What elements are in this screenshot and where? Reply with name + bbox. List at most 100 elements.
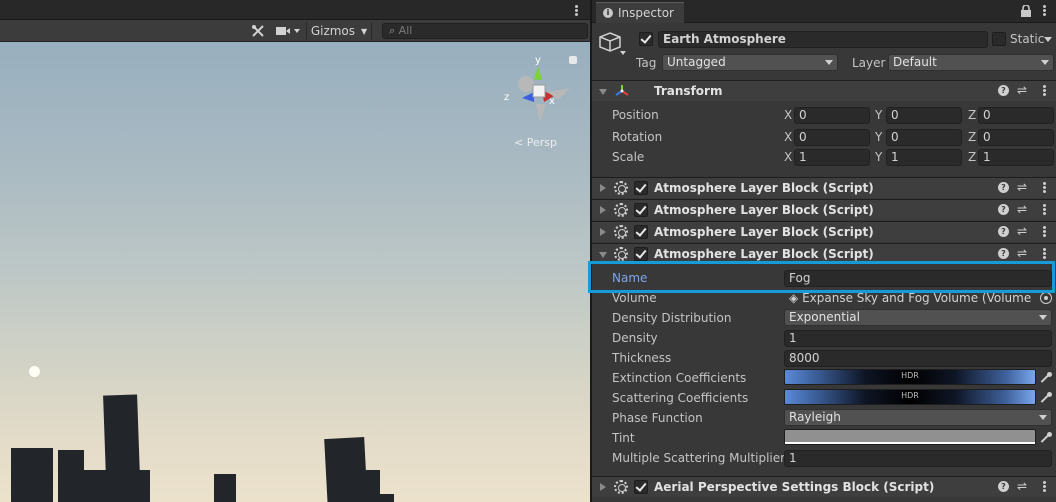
multiple-scattering-multiplier-field[interactable]: 1 bbox=[784, 450, 1052, 467]
orientation-gizmo-icon[interactable]: y z x bbox=[500, 52, 580, 132]
component-menu-icon[interactable] bbox=[1043, 85, 1046, 97]
transform-header[interactable]: Transform ? ⇌ bbox=[592, 80, 1056, 101]
thickness-field[interactable]: 8000 bbox=[784, 350, 1052, 367]
density-distribution-dropdown[interactable]: Exponential bbox=[784, 309, 1052, 326]
scene-search-input[interactable]: ⌕ All bbox=[382, 23, 588, 39]
density-distribution-value: Exponential bbox=[789, 310, 860, 324]
foldout-closed-icon[interactable] bbox=[600, 206, 606, 214]
component-header-icons: ? ⇌ bbox=[998, 480, 1050, 494]
axis-x-label: X bbox=[784, 150, 793, 164]
component-header-icons: ? ⇌ bbox=[998, 181, 1050, 195]
thickness-label: Thickness bbox=[612, 351, 672, 365]
gameobject-cube-icon[interactable] bbox=[598, 31, 628, 57]
gizmo-axis-z: z bbox=[504, 92, 509, 103]
chevron-down-icon bbox=[1039, 415, 1047, 420]
position-x-field[interactable]: 0 bbox=[794, 107, 870, 124]
multiple-scattering-multiplier-label: Multiple Scattering Multiplier bbox=[612, 451, 786, 465]
gizmos-button[interactable]: Gizmos ▼ bbox=[306, 22, 372, 40]
preset-icon[interactable]: ⇌ bbox=[1017, 84, 1027, 97]
camera-icon[interactable] bbox=[272, 22, 304, 40]
help-icon[interactable]: ? bbox=[998, 204, 1009, 215]
foldout-closed-icon[interactable] bbox=[600, 184, 606, 192]
preset-icon[interactable]: ⇌ bbox=[1017, 203, 1027, 216]
component-enabled-checkbox[interactable] bbox=[634, 247, 648, 261]
foldout-closed-icon[interactable] bbox=[600, 228, 606, 236]
help-icon[interactable]: ? bbox=[998, 248, 1009, 259]
rotation-x-field[interactable]: 0 bbox=[794, 129, 870, 146]
inspector-menu-icon[interactable] bbox=[1043, 5, 1046, 17]
scattering-color-field[interactable]: HDR bbox=[784, 389, 1036, 405]
eyedropper-icon[interactable] bbox=[1040, 392, 1052, 404]
preset-icon[interactable]: ⇌ bbox=[1017, 181, 1027, 194]
position-z-field[interactable]: 0 bbox=[978, 107, 1054, 124]
tools-icon[interactable] bbox=[248, 22, 268, 40]
help-icon[interactable]: ? bbox=[998, 226, 1009, 237]
script-icon bbox=[614, 247, 628, 261]
chevron-down-icon bbox=[825, 60, 833, 65]
axis-z-label: Z bbox=[968, 150, 977, 164]
preset-icon[interactable]: ⇌ bbox=[1017, 480, 1027, 493]
lock-icon[interactable] bbox=[569, 56, 577, 64]
help-icon[interactable]: ? bbox=[998, 481, 1009, 492]
scale-x-field[interactable]: 1 bbox=[794, 149, 870, 166]
eyedropper-icon[interactable] bbox=[1040, 372, 1052, 384]
axis-y-label: Y bbox=[875, 108, 883, 122]
atmosphere-layer-block-header[interactable]: Atmosphere Layer Block (Script) ? ⇌ bbox=[592, 199, 1056, 220]
component-enabled-checkbox[interactable] bbox=[634, 181, 648, 195]
preset-icon[interactable]: ⇌ bbox=[1017, 247, 1027, 260]
density-field[interactable]: 1 bbox=[784, 330, 1052, 347]
foldout-open-icon[interactable] bbox=[599, 252, 607, 258]
script-icon bbox=[614, 480, 628, 494]
tint-color-field[interactable] bbox=[784, 429, 1036, 445]
gizmos-label: Gizmos bbox=[310, 24, 356, 38]
rotation-z-field[interactable]: 0 bbox=[978, 129, 1054, 146]
lock-icon[interactable] bbox=[1020, 5, 1032, 17]
component-menu-icon[interactable] bbox=[1043, 481, 1046, 493]
eyedropper-icon[interactable] bbox=[1040, 432, 1052, 444]
component-menu-icon[interactable] bbox=[1043, 226, 1046, 238]
phase-function-dropdown[interactable]: Rayleigh bbox=[784, 409, 1052, 426]
foldout-closed-icon[interactable] bbox=[600, 483, 606, 491]
scale-y-field[interactable]: 1 bbox=[886, 149, 962, 166]
inspector-panel: i Inspector Earth Atmosphere Static Tag … bbox=[590, 0, 1056, 502]
atmosphere-layer-block-header[interactable]: Atmosphere Layer Block (Script) ? ⇌ bbox=[592, 221, 1056, 242]
volume-icon: ◈ bbox=[789, 291, 799, 305]
scattering-coefficients-label: Scattering Coefficients bbox=[612, 391, 749, 405]
component-title: Aerial Perspective Settings Block (Scrip… bbox=[654, 480, 935, 494]
tab-inspector[interactable]: i Inspector bbox=[596, 2, 684, 23]
scene-menu-icon[interactable] bbox=[575, 5, 578, 17]
component-enabled-checkbox[interactable] bbox=[634, 225, 648, 239]
active-checkbox[interactable] bbox=[639, 32, 653, 46]
layer-dropdown[interactable]: Default bbox=[888, 54, 1054, 71]
extinction-coefficients-label: Extinction Coefficients bbox=[612, 371, 747, 385]
component-menu-icon[interactable] bbox=[1043, 204, 1046, 216]
component-enabled-checkbox[interactable] bbox=[634, 203, 648, 217]
static-checkbox[interactable] bbox=[992, 32, 1006, 46]
preset-icon[interactable]: ⇌ bbox=[1017, 225, 1027, 238]
extinction-color-field[interactable]: HDR bbox=[784, 369, 1036, 385]
projection-label[interactable]: < Persp bbox=[514, 136, 557, 149]
component-enabled-checkbox[interactable] bbox=[634, 480, 648, 494]
building bbox=[103, 394, 141, 502]
component-menu-icon[interactable] bbox=[1043, 182, 1046, 194]
object-picker-icon[interactable] bbox=[1040, 292, 1052, 304]
help-icon[interactable]: ? bbox=[998, 85, 1009, 96]
scene-view[interactable]: Gizmos ▼ ⌕ All y z x < Persp bbox=[0, 0, 590, 502]
tint-label: Tint bbox=[612, 431, 635, 445]
scale-z-field[interactable]: 1 bbox=[978, 149, 1054, 166]
aerial-perspective-header[interactable]: Aerial Perspective Settings Block (Scrip… bbox=[592, 476, 1056, 497]
tag-dropdown[interactable]: Untagged bbox=[662, 54, 838, 71]
rotation-y-field[interactable]: 0 bbox=[886, 129, 962, 146]
search-placeholder: All bbox=[398, 24, 413, 37]
script-icon bbox=[614, 181, 628, 195]
atmosphere-layer-block-header[interactable]: Atmosphere Layer Block (Script) ? ⇌ bbox=[592, 177, 1056, 198]
object-name-field[interactable]: Earth Atmosphere bbox=[658, 31, 988, 48]
chevron-down-icon[interactable] bbox=[1044, 37, 1052, 42]
transform-title: Transform bbox=[654, 84, 723, 98]
component-title: Atmosphere Layer Block (Script) bbox=[654, 181, 874, 195]
component-menu-icon[interactable] bbox=[1043, 248, 1046, 260]
foldout-open-icon[interactable] bbox=[599, 89, 607, 95]
help-icon[interactable]: ? bbox=[998, 182, 1009, 193]
position-y-field[interactable]: 0 bbox=[886, 107, 962, 124]
axis-y-label: Y bbox=[875, 150, 883, 164]
